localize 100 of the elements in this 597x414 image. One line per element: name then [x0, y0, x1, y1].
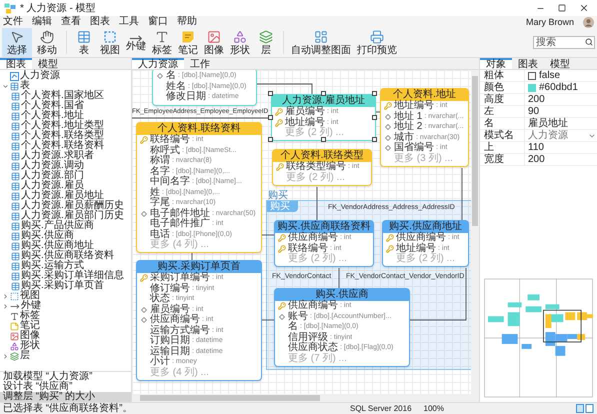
tree-item[interactable]: 图像	[20, 331, 40, 341]
tree-item[interactable]: 个人资料.国家地区	[21, 91, 104, 101]
toolbar-button[interactable]: 外键	[123, 28, 149, 57]
panel-tab[interactable]: 图表	[0, 58, 32, 69]
history-item[interactable]: 调整层 “购买” 的大小	[0, 392, 131, 402]
vertical-scrollbar[interactable]	[471, 70, 479, 394]
column-name: 供应商编号	[396, 233, 446, 244]
selection-handle[interactable]	[320, 137, 326, 142]
tree-item[interactable]: 购买.采购订单详细信息	[21, 271, 124, 281]
layout-icon[interactable]	[576, 404, 594, 413]
tree-item[interactable]: 标签	[20, 311, 40, 321]
selection-handle[interactable]	[372, 91, 377, 96]
tree-item[interactable]: 个人资料.联络类型	[21, 131, 104, 141]
tree-item[interactable]: 个人资料.联络资料	[21, 141, 104, 151]
tree-item[interactable]: 购买.供应商地址	[21, 241, 94, 251]
menu-item[interactable]: 工具	[119, 16, 139, 28]
caret-right-icon[interactable]	[2, 292, 9, 300]
toolbar-button[interactable]: 表	[71, 28, 97, 57]
horizontal-scrollbar[interactable]	[132, 394, 479, 402]
menu-item[interactable]: 文件	[3, 16, 23, 28]
avatar-icon[interactable]	[583, 16, 594, 28]
toolbar-button[interactable]: 视图	[97, 28, 123, 57]
tree-item[interactable]: 购买.供应商	[21, 231, 74, 241]
tree-item[interactable]: 购买.采购订单页首	[21, 281, 104, 291]
toolbar-button[interactable]: 笔记	[175, 28, 201, 57]
toolbar-button[interactable]: 打印预览	[354, 28, 400, 57]
app-logo-icon	[4, 2, 16, 14]
selection-handle[interactable]	[268, 137, 273, 142]
tree-item[interactable]: 层	[20, 351, 30, 361]
close-icon[interactable]	[579, 3, 589, 13]
toolbar-button[interactable]: 图像	[201, 28, 227, 57]
property-value[interactable]: 200	[524, 94, 597, 106]
tree-item[interactable]: 人力资源.雇员薪酬历史	[21, 201, 124, 211]
toolbar-button[interactable]: 移动	[32, 28, 62, 57]
menu-item[interactable]: 查看	[61, 16, 81, 28]
property-value[interactable]: 雇员地址	[524, 118, 597, 130]
tree-item[interactable]: 购买.供应商联络资料	[21, 251, 114, 261]
checkbox[interactable]	[528, 72, 536, 80]
selection-handle[interactable]	[372, 137, 377, 142]
toolbar-button[interactable]: 选择	[2, 28, 32, 57]
menu-item[interactable]: 帮助	[177, 16, 197, 28]
tree-item[interactable]: 形状	[20, 341, 40, 351]
toolbar-button[interactable]: 标签	[149, 28, 175, 57]
toolbar-button[interactable]: 形状	[227, 28, 253, 57]
property-dropdown[interactable]: 人力资源	[524, 130, 597, 142]
diamond-icon	[157, 73, 163, 80]
menu-item[interactable]: 编辑	[32, 16, 52, 28]
tree-item[interactable]: 人力资源.部门	[21, 171, 84, 181]
menu-item[interactable]: 图表	[90, 16, 110, 28]
tree-item[interactable]: 个人资料.国省	[21, 101, 84, 111]
panel-tab[interactable]: 模型	[544, 58, 576, 69]
column-name: 联络编号	[150, 135, 190, 146]
toolbar-button[interactable]: 自动调整图面	[288, 28, 354, 57]
tree-item[interactable]: 人力资源.调动	[21, 161, 84, 171]
tree-item[interactable]: 购买.产品供应商	[21, 221, 94, 231]
tree-item[interactable]: 表	[20, 81, 30, 91]
property-value[interactable]: #60dbd1	[524, 82, 597, 94]
panel-tab[interactable]: 对象	[480, 58, 512, 69]
history-item[interactable]: 设计表 “供应商”	[0, 382, 131, 392]
property-value[interactable]: 200	[524, 154, 597, 166]
property-label: 上	[480, 142, 524, 154]
column-name: 雇员编号	[285, 107, 325, 118]
tree-item[interactable]: 人力资源.雇员	[21, 181, 84, 191]
toolbar-button[interactable]: 层	[253, 28, 279, 57]
document-tab[interactable]: 人力资源	[132, 58, 184, 69]
key-icon	[140, 274, 148, 282]
tree-item[interactable]: 笔记	[20, 321, 40, 331]
tree-item[interactable]: 人力资源	[20, 71, 60, 81]
tree-item[interactable]: 视图	[20, 291, 40, 301]
tree-item[interactable]: 外键	[21, 301, 41, 311]
column-name: 地址 2	[394, 122, 422, 132]
tree-item[interactable]: 人力资源.求职者	[21, 151, 94, 161]
tree-item[interactable]: 人力资源.雇员地址	[21, 191, 104, 201]
color-swatch[interactable]	[528, 84, 536, 92]
search-field[interactable]: 搜索	[533, 36, 595, 49]
maximize-icon[interactable]	[558, 4, 566, 12]
tree-item[interactable]: 人力资源.雇员部门历史	[21, 211, 124, 221]
property-value[interactable]: 90	[524, 106, 597, 118]
panel-tab[interactable]: 图表	[512, 58, 544, 69]
history-item[interactable]: 加载模型 “人力资源”	[0, 372, 131, 382]
menu-item[interactable]: 窗口	[148, 16, 168, 28]
selection-handle[interactable]	[372, 114, 377, 120]
diagram-canvas[interactable]	[132, 70, 471, 394]
tree-item[interactable]: 个人资料.地址	[21, 111, 84, 121]
document-tab[interactable]: 工作	[184, 58, 216, 69]
tree-item[interactable]: 个人资料.地址类型	[21, 121, 104, 131]
entity-title: 购买.采购订单页首	[137, 261, 261, 273]
selection-handle[interactable]	[268, 91, 273, 96]
tree-item[interactable]: 购买.运输方式	[21, 261, 84, 271]
selection-handle[interactable]	[268, 114, 273, 120]
caret-right-icon[interactable]	[2, 302, 9, 310]
selection-handle[interactable]	[320, 91, 326, 96]
property-value[interactable]: 110	[524, 142, 597, 154]
entity-card[interactable]	[136, 122, 262, 253]
entity-title: 购买.供应商地址	[383, 221, 468, 233]
property-value[interactable]: false	[524, 70, 597, 82]
sticky-note-icon	[181, 30, 195, 44]
caret-right-icon[interactable]	[2, 352, 9, 360]
caret-down-icon[interactable]	[2, 82, 9, 90]
panel-tab[interactable]: 模型	[32, 58, 64, 69]
